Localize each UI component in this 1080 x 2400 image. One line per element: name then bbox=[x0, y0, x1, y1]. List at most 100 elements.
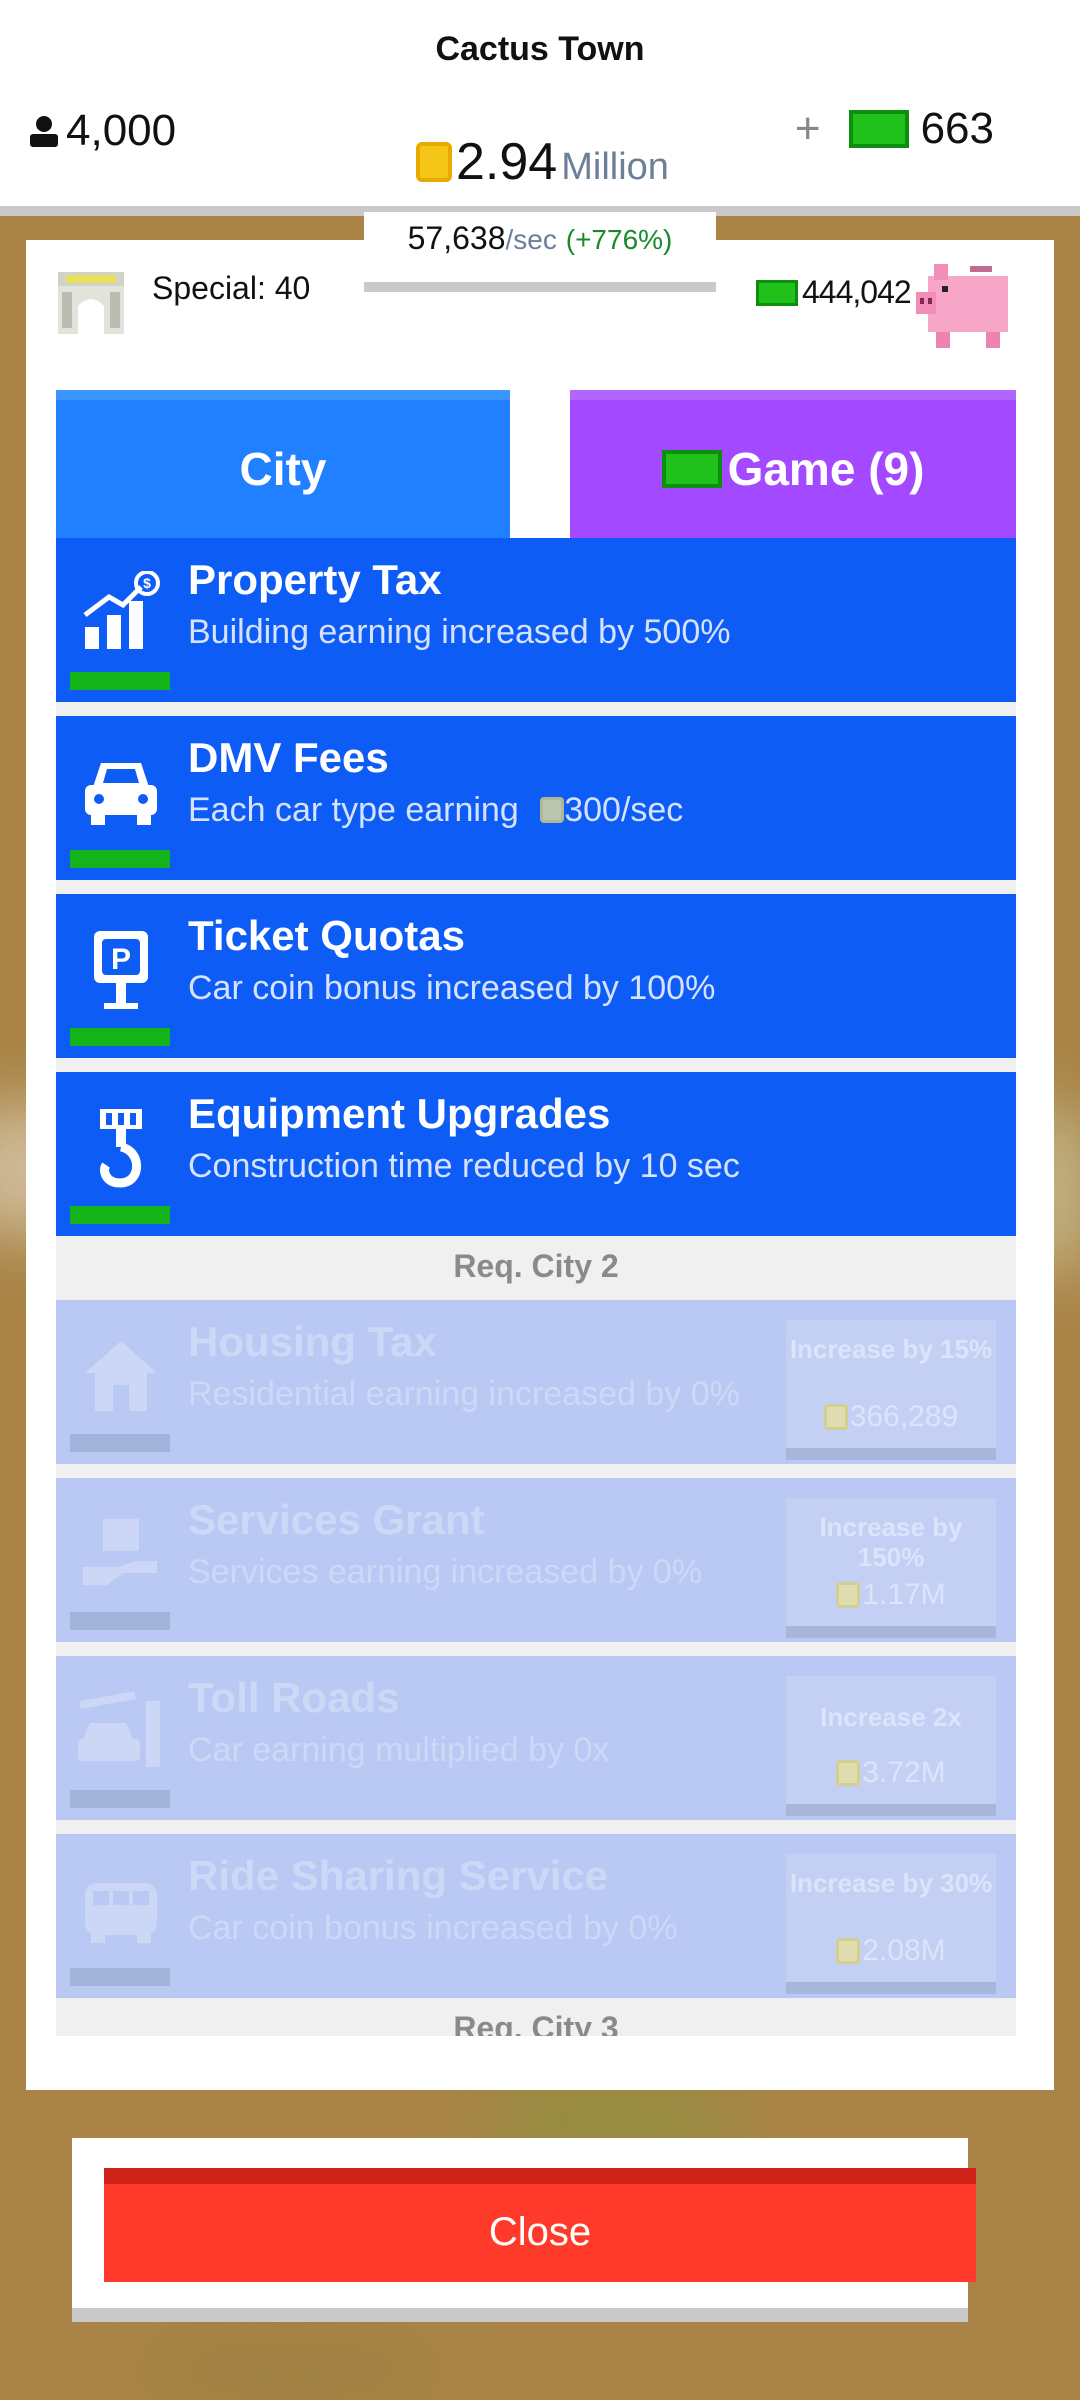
upgrade-desc: Building earning increased by 500% bbox=[188, 613, 731, 651]
cash-icon bbox=[661, 450, 722, 488]
upgrade-desc: Each car type earning 300/sec bbox=[188, 790, 748, 830]
upgrade-level-bar bbox=[70, 1434, 170, 1452]
upgrade-title: Equipment Upgrades bbox=[188, 1090, 611, 1137]
bucks-value: 663 bbox=[920, 104, 994, 153]
population-value: 4,000 bbox=[66, 106, 177, 155]
bank-value: 444,042 bbox=[802, 274, 912, 310]
upgrade-level-bar bbox=[70, 1790, 170, 1808]
buy-upgrade-button[interactable]: Increase by 150% 1.17M bbox=[786, 1498, 996, 1638]
tab-game-label: Game (9) bbox=[727, 443, 925, 495]
buy-label: Increase 2x bbox=[820, 1702, 962, 1732]
bank-balance: 444,042 bbox=[756, 274, 912, 311]
requirement-header: Req. City 3 bbox=[56, 1998, 1016, 2036]
buy-price: 3.72M bbox=[786, 1756, 996, 1790]
tab-game[interactable]: Game (9) bbox=[570, 390, 1016, 538]
upgrade-item-ticket-quotas[interactable]: P Ticket Quotas Car coin bonus increased… bbox=[56, 894, 1016, 1058]
price-value: 366,289 bbox=[849, 1400, 959, 1433]
coin-icon bbox=[416, 142, 452, 182]
close-area: Close bbox=[72, 2138, 976, 2322]
buy-upgrade-button[interactable]: Increase 2x 3.72M bbox=[786, 1676, 996, 1816]
close-button[interactable]: Close bbox=[104, 2168, 976, 2282]
upgrade-item-housing-tax[interactable]: Housing Tax Residential earning increase… bbox=[56, 1300, 1016, 1464]
cash-icon bbox=[756, 279, 798, 306]
price-value: 3.72M bbox=[862, 1756, 946, 1789]
upgrade-level-bar bbox=[70, 1968, 170, 1986]
upgrade-item-dmv-fees[interactable]: DMV Fees Each car type earning 300/sec bbox=[56, 716, 1016, 880]
top-bar: Cactus Town 4,000 2.94 Million + 663 bbox=[0, 0, 1080, 216]
upgrade-desc: Car earning multiplied by 0x bbox=[188, 1731, 610, 1769]
background-blur bbox=[140, 2340, 440, 2400]
buy-label: Increase by 30% bbox=[789, 1868, 993, 1898]
svg-text:P: P bbox=[111, 943, 131, 976]
add-bucks-button[interactable]: + bbox=[795, 104, 821, 154]
upgrade-desc: Car coin bonus increased by 0% bbox=[188, 1909, 678, 1947]
rate-bonus: (+776%) bbox=[565, 224, 673, 255]
person-icon bbox=[30, 116, 58, 147]
upgrade-desc: Services earning increased by 0% bbox=[188, 1553, 703, 1591]
upgrade-title: DMV Fees bbox=[188, 734, 389, 781]
upgrade-item-equipment-upgrades[interactable]: Equipment Upgrades Construction time red… bbox=[56, 1072, 1016, 1236]
income-rate: 57,638/sec (+776%) bbox=[364, 212, 716, 292]
buy-price: 2.08M bbox=[786, 1934, 996, 1968]
price-value: 1.17M bbox=[862, 1578, 946, 1611]
price-value: 2.08M bbox=[862, 1934, 946, 1967]
coins-unit: Million bbox=[561, 146, 669, 188]
buy-price: 1.17M bbox=[786, 1578, 996, 1612]
upgrade-item-services-grant[interactable]: Services Grant Services earning increase… bbox=[56, 1478, 1016, 1642]
upgrade-list[interactable]: $ Property Tax Building earning increase… bbox=[56, 538, 1016, 2036]
upgrade-title: Housing Tax bbox=[188, 1318, 437, 1365]
coin-icon bbox=[836, 1938, 861, 1964]
upgrade-title: Services Grant bbox=[188, 1496, 485, 1543]
town-name: Cactus Town bbox=[435, 30, 645, 68]
toll-gate-icon bbox=[76, 1686, 166, 1776]
buy-label: Increase by 150% bbox=[819, 1512, 963, 1572]
buy-price: 366,289 bbox=[786, 1400, 996, 1434]
parking-meter-icon: P bbox=[76, 924, 166, 1014]
upgrade-desc-amount: 300/sec bbox=[564, 791, 684, 829]
upgrade-item-property-tax[interactable]: $ Property Tax Building earning increase… bbox=[56, 538, 1016, 702]
special-counter[interactable]: Special: 40 bbox=[26, 240, 340, 350]
upgrade-level-bar bbox=[70, 672, 170, 690]
upgrade-title: Toll Roads bbox=[188, 1674, 400, 1721]
upgrade-level-bar bbox=[70, 1028, 170, 1046]
rate-value: 57,638 bbox=[407, 220, 506, 256]
upgrade-item-toll-roads[interactable]: Toll Roads Car earning multiplied by 0x … bbox=[56, 1656, 1016, 1820]
coin-icon bbox=[836, 1582, 861, 1608]
piggy-bank[interactable]: 444,042 bbox=[740, 240, 1054, 350]
upgrade-level-bar bbox=[70, 850, 170, 868]
rate-suffix: /sec bbox=[505, 224, 557, 255]
upgrade-desc: Car coin bonus increased by 100% bbox=[188, 969, 716, 1007]
tab-city-label: City bbox=[239, 443, 327, 495]
buy-label: Increase by 15% bbox=[789, 1334, 993, 1364]
hand-box-icon bbox=[76, 1508, 166, 1598]
arch-monument-icon bbox=[58, 272, 124, 334]
coin-icon bbox=[823, 1404, 848, 1430]
upgrade-level-bar bbox=[70, 1612, 170, 1630]
upgrade-title: Ticket Quotas bbox=[188, 912, 465, 959]
upgrade-title: Property Tax bbox=[188, 556, 442, 603]
buy-upgrade-button[interactable]: Increase by 30% 2.08M bbox=[786, 1854, 996, 1994]
coin-icon bbox=[540, 797, 565, 823]
population-display: 4,000 bbox=[26, 106, 176, 156]
car-icon bbox=[76, 746, 166, 836]
upgrade-desc: Construction time reduced by 10 sec bbox=[188, 1147, 740, 1185]
piggy-bank-icon bbox=[916, 264, 1008, 348]
coins-display: 2.94 Million bbox=[416, 132, 669, 192]
upgrade-item-ride-sharing[interactable]: Ride Sharing Service Car coin bonus incr… bbox=[56, 1834, 1016, 1998]
special-label: Special: 40 bbox=[152, 270, 311, 306]
house-icon bbox=[76, 1330, 166, 1420]
crane-hook-icon bbox=[76, 1102, 166, 1192]
coin-icon bbox=[836, 1760, 861, 1786]
buy-upgrade-button[interactable]: Increase by 15% 366,289 bbox=[786, 1320, 996, 1460]
upgrade-title: Ride Sharing Service bbox=[188, 1852, 609, 1899]
minibus-icon bbox=[76, 1864, 166, 1954]
chart-coin-icon: $ bbox=[76, 568, 166, 658]
cash-icon bbox=[848, 110, 909, 148]
tab-city[interactable]: City bbox=[56, 390, 510, 538]
requirement-header: Req. City 2 bbox=[56, 1236, 1016, 1296]
bucks-display[interactable]: + 663 bbox=[795, 104, 994, 154]
coins-value: 2.94 bbox=[456, 133, 558, 191]
upgrade-level-bar bbox=[70, 1206, 170, 1224]
upgrade-desc: Residential earning increased by 0% bbox=[188, 1375, 740, 1413]
upgrade-desc-prefix: Each car type earning bbox=[188, 791, 519, 829]
